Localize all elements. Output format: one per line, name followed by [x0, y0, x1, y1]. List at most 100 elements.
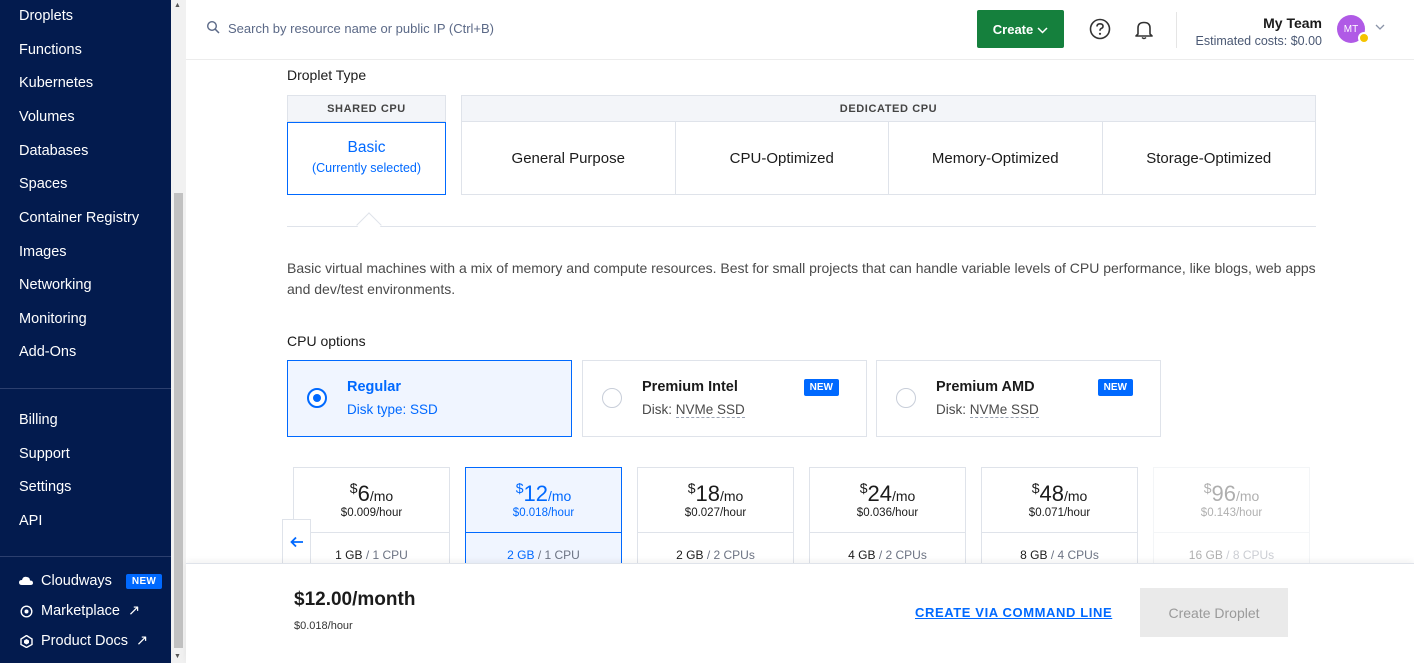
estimated-costs: Estimated costs: $0.00 — [1195, 34, 1322, 48]
plan-price: 6 — [357, 481, 370, 506]
sidebar-item-cloudways[interactable]: Cloudways NEW — [19, 573, 163, 589]
disk-value: NVMe SSD — [969, 402, 1039, 418]
help-icon[interactable] — [1089, 18, 1111, 40]
sidebar-item-spaces[interactable]: Spaces — [19, 176, 67, 192]
plan-price: 24 — [867, 481, 892, 506]
plan-cpu: / 8 CPUs — [1222, 548, 1275, 562]
sidebar-item-support[interactable]: Support — [19, 446, 70, 462]
sidebar-item-functions[interactable]: Functions — [19, 42, 82, 58]
radio-unselected[interactable] — [602, 388, 622, 408]
bell-icon[interactable] — [1133, 18, 1155, 40]
basic-sublabel: (Currently selected) — [311, 161, 422, 175]
avatar-status-icon — [1358, 32, 1370, 44]
cpu-option-title: Regular — [347, 379, 401, 395]
plan-card-6[interactable]: $6/mo $0.009/hour 1 GB / 1 CPU — [293, 467, 450, 577]
monthly-total: $12.00/month — [294, 589, 416, 610]
memory-optimized-option[interactable]: Memory-Optimized — [889, 122, 1103, 195]
plan-specs: 16 GB / 8 CPUs — [1154, 548, 1309, 562]
radio-unselected[interactable] — [896, 388, 916, 408]
plan-hourly: $0.071/hour — [1028, 507, 1091, 519]
sidebar-item-monitoring[interactable]: Monitoring — [19, 311, 87, 327]
plan-memory: 1 GB — [335, 548, 363, 562]
basic-label: Basic — [347, 139, 386, 156]
cpu-option-premium-intel[interactable]: Premium Intel Disk: NVMe SSD NEW — [582, 360, 867, 437]
plan-card-18[interactable]: $18/mo $0.027/hour 2 GB / 2 CPUs — [637, 467, 794, 577]
dedicated-cpu-header: DEDICATED CPU — [462, 96, 1315, 122]
storage-optimized-option[interactable]: Storage-Optimized — [1103, 122, 1316, 195]
plan-card-48[interactable]: $48/mo $0.071/hour 8 GB / 4 CPUs — [981, 467, 1138, 577]
top-header: Search by resource name or public IP (Ct… — [186, 0, 1414, 60]
plan-memory: 4 GB — [848, 548, 876, 562]
shared-cpu-header: SHARED CPU — [288, 96, 445, 122]
cloudways-label: Cloudways — [41, 573, 112, 589]
sidebar-item-marketplace[interactable]: Marketplace ↗ — [19, 603, 140, 619]
disk-label: Disk: — [642, 402, 676, 417]
arrow-left-icon — [289, 532, 304, 553]
scroll-down-arrow[interactable]: ▼ — [174, 653, 181, 660]
plan-cpu: / 2 CPUs — [875, 548, 927, 562]
sidebar-item-volumes[interactable]: Volumes — [19, 109, 75, 125]
sidebar-item-add-ons[interactable]: Add-Ons — [19, 344, 76, 360]
scroll-up-arrow[interactable]: ▲ — [174, 2, 181, 9]
scroll-left-button[interactable] — [282, 519, 311, 565]
card-divider — [294, 532, 449, 533]
plan-price: 12 — [523, 481, 548, 506]
create-droplet-button[interactable]: Create Droplet — [1140, 588, 1288, 637]
plan-card-12[interactable]: $12/mo $0.018/hour 2 GB / 1 CPU — [465, 467, 622, 577]
search-icon — [206, 20, 220, 37]
search-placeholder[interactable]: Search by resource name or public IP (Ct… — [228, 21, 494, 36]
plan-specs: 8 GB / 4 CPUs — [982, 548, 1137, 562]
plan-cpu: / 4 CPUs — [1047, 548, 1099, 562]
sidebar-item-images[interactable]: Images — [19, 244, 67, 260]
plan-memory: 8 GB — [1020, 548, 1048, 562]
scrollbar-thumb[interactable] — [174, 193, 183, 648]
cpu-option-disk: Disk: NVMe SSD — [936, 402, 1039, 418]
card-divider — [810, 532, 965, 533]
create-button[interactable]: Create — [977, 10, 1064, 48]
team-info[interactable]: My Team Estimated costs: $0.00 — [1196, 15, 1322, 48]
plan-card-96[interactable]: $96/mo $0.143/hour 16 GB / 8 CPUs — [1153, 467, 1310, 577]
cpu-optimized-option[interactable]: CPU-Optimized — [676, 122, 889, 195]
dedicated-options-row: General Purpose CPU-Optimized Memory-Opt… — [462, 122, 1315, 195]
sidebar-item-networking[interactable]: Networking — [19, 277, 92, 293]
sidebar-item-kubernetes[interactable]: Kubernetes — [19, 75, 93, 91]
cpu-option-premium-amd[interactable]: Premium AMD Disk: NVMe SSD NEW — [876, 360, 1161, 437]
plan-price: 18 — [695, 481, 720, 506]
dedicated-cpu-group: DEDICATED CPU General Purpose CPU-Optimi… — [461, 95, 1316, 195]
create-via-command-line-link[interactable]: CREATE VIA COMMAND LINE — [915, 605, 1112, 620]
plan-cpu: / 1 CPU — [534, 548, 580, 562]
search-bar[interactable]: Search by resource name or public IP (Ct… — [206, 20, 494, 37]
plan-price: 96 — [1211, 481, 1236, 506]
cloud-icon — [19, 574, 33, 588]
sidebar-divider — [0, 556, 171, 557]
card-divider — [466, 532, 621, 533]
cpu-option-title: Premium Intel — [642, 379, 738, 395]
plan-memory: 16 GB — [1188, 548, 1223, 562]
currency-symbol: $ — [349, 480, 358, 496]
chevron-down-icon — [1037, 22, 1048, 37]
sidebar-item-databases[interactable]: Databases — [19, 143, 88, 159]
plan-memory: 2 GB — [507, 548, 535, 562]
plan-memory: 2 GB — [676, 548, 704, 562]
plan-cpu: / 1 CPU — [362, 548, 408, 562]
marketplace-label: Marketplace — [41, 603, 120, 619]
marketplace-icon — [19, 604, 33, 618]
external-link-icon: ↗ — [136, 633, 149, 649]
cpu-options-title: CPU options — [287, 333, 366, 349]
sidebar-item-container-registry[interactable]: Container Registry — [19, 210, 139, 226]
sidebar-item-droplets[interactable]: Droplets — [19, 8, 73, 24]
sidebar: Droplets Functions Kubernetes Volumes Da… — [0, 0, 171, 663]
chevron-down-icon[interactable] — [1375, 22, 1385, 33]
plan-card-24[interactable]: $24/mo $0.036/hour 4 GB / 2 CPUs — [809, 467, 966, 577]
plan-period: /mo — [547, 488, 572, 504]
radio-selected[interactable] — [307, 388, 327, 408]
general-purpose-option[interactable]: General Purpose — [462, 122, 676, 195]
sidebar-item-api[interactable]: API — [19, 513, 42, 529]
sidebar-item-settings[interactable]: Settings — [19, 479, 71, 495]
sidebar-item-billing[interactable]: Billing — [19, 412, 58, 428]
basic-plan-card[interactable]: Basic (Currently selected) — [287, 122, 446, 195]
sidebar-item-product-docs[interactable]: Product Docs ↗ — [19, 633, 148, 649]
cpu-option-regular[interactable]: Regular Disk type: SSD — [287, 360, 572, 437]
checkout-footer: $12.00/month $0.018/hour CREATE VIA COMM… — [186, 563, 1414, 663]
docs-icon — [19, 634, 33, 648]
